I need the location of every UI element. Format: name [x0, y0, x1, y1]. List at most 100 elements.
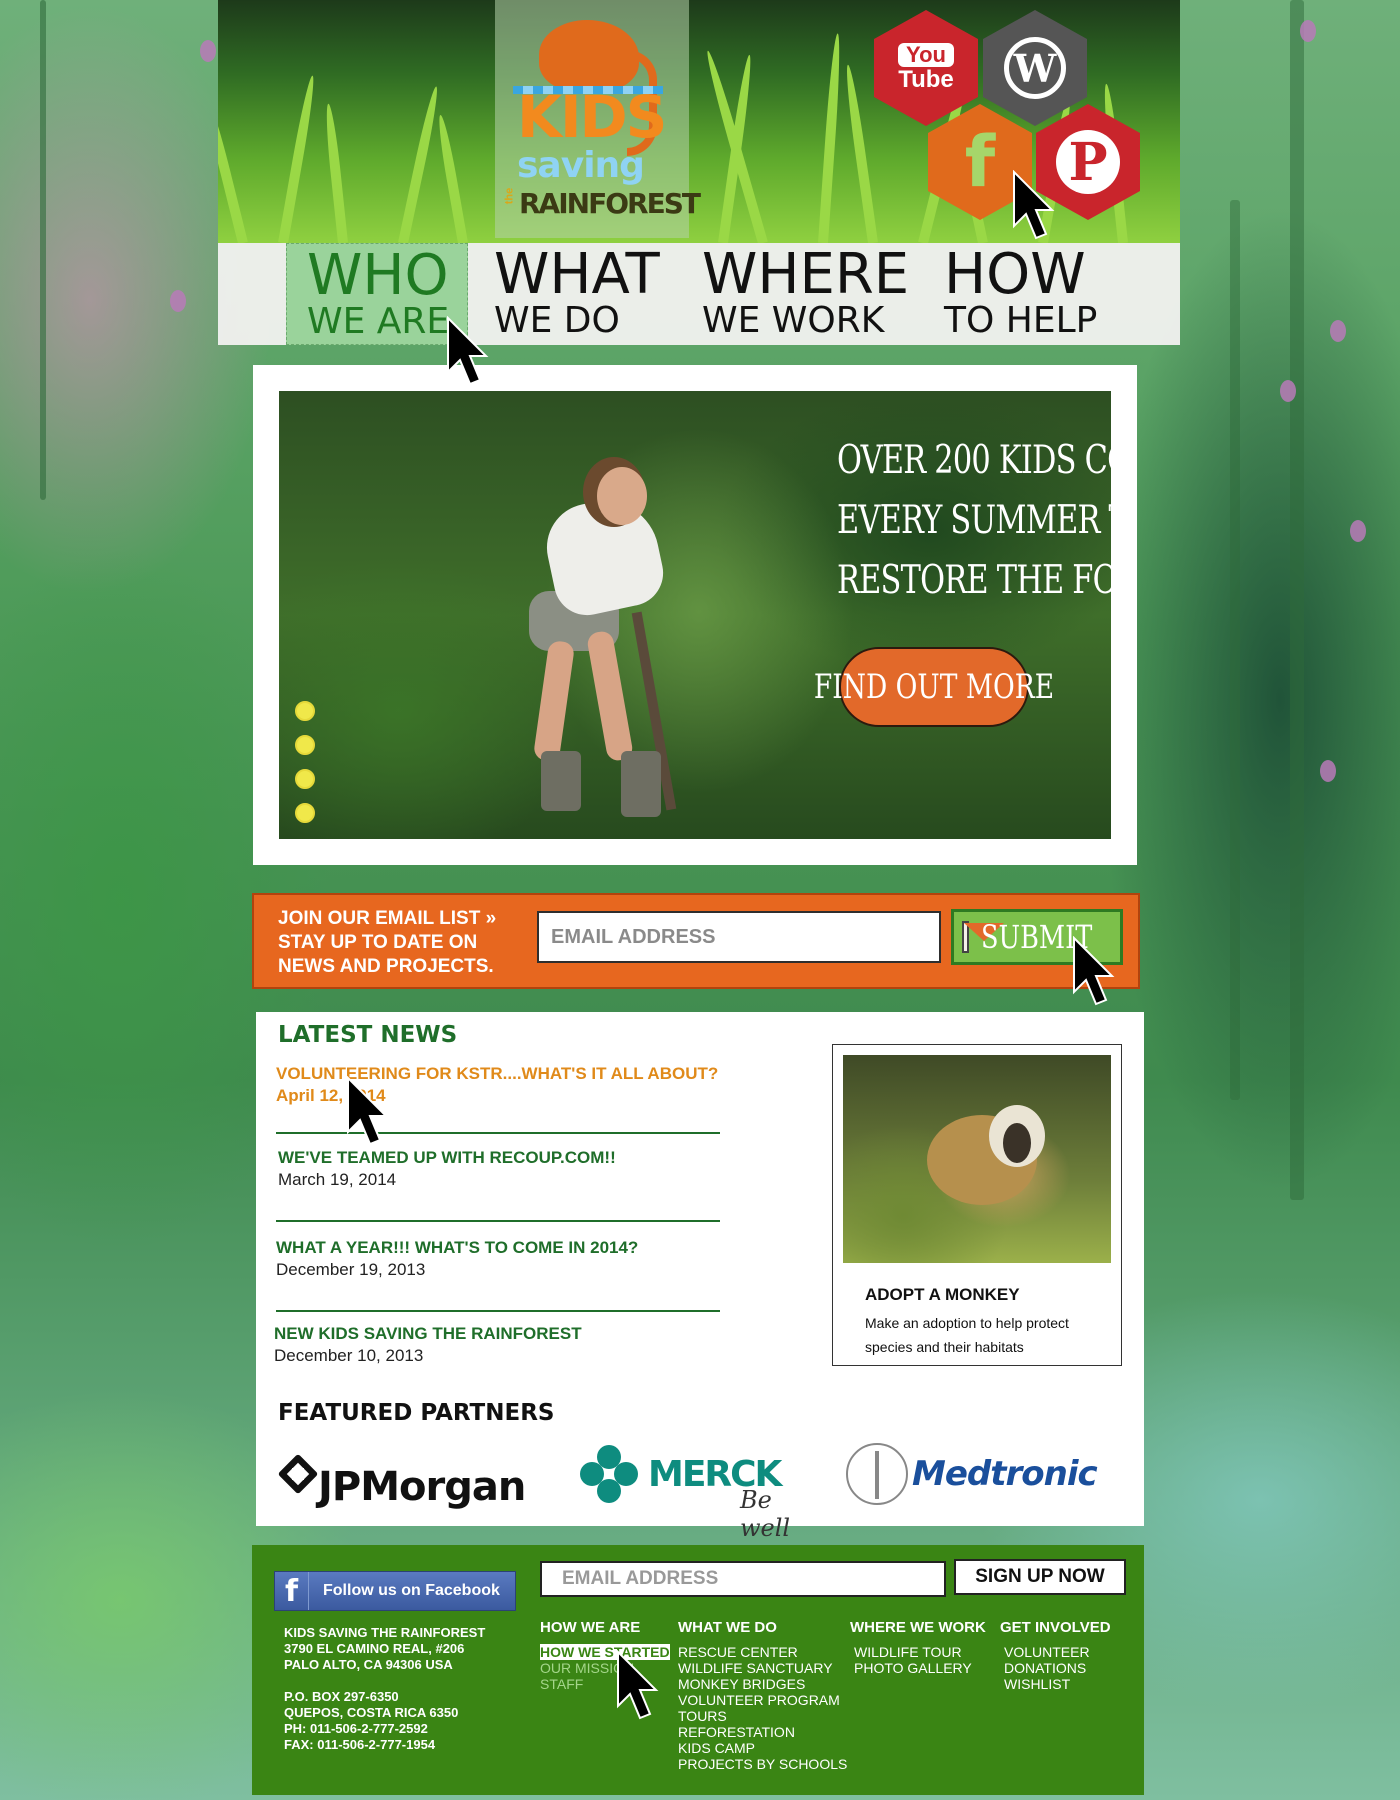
footer-link[interactable]: TOURS [678, 1708, 847, 1724]
hero-person-leg [532, 639, 576, 763]
background-flower [1300, 20, 1316, 42]
footer-link[interactable]: PROJECTS BY SCHOOLS [678, 1756, 847, 1772]
mouse-cursor-icon [1073, 936, 1115, 1006]
footer-link[interactable]: WISHLIST [1004, 1676, 1111, 1692]
grass-blade [398, 85, 442, 243]
hero-headline-line: EVERY SUMMER TO [837, 498, 1111, 543]
logo-text-kids: KIDS [517, 83, 667, 151]
footer-link[interactable]: WILDLIFE TOUR [854, 1644, 986, 1660]
nav-label-big: WHAT [494, 242, 660, 307]
wordpress-glyph: W [1004, 37, 1066, 99]
slider-dots [295, 701, 315, 837]
background-flower [1330, 320, 1346, 342]
background-flower [1280, 380, 1296, 402]
partner-medtronic[interactable]: Medtronic [846, 1434, 1098, 1514]
youtube-label-you: You [898, 42, 954, 67]
news-divider [276, 1220, 720, 1222]
news-title[interactable]: WHAT A YEAR!!! WHAT'S TO COME IN 2014? [276, 1238, 736, 1258]
footer-link[interactable]: RESCUE CENTER [678, 1644, 847, 1660]
logo-text-the: the [503, 187, 516, 205]
news-title[interactable]: WE'VE TEAMED UP WITH RECOUP.COM!! [278, 1148, 738, 1168]
footer-column-heading[interactable]: WHAT WE DO [678, 1619, 847, 1636]
nav-label-small: WE DO [494, 300, 620, 341]
youtube-label: You Tube [898, 42, 954, 94]
nav-what-we-do[interactable]: WHAT WE DO [494, 243, 674, 345]
nav-label-big: WHERE [702, 242, 910, 307]
partner-merck[interactable]: MERCK Be well [580, 1434, 810, 1542]
adopt-title: ADOPT A MONKEY [865, 1285, 1020, 1304]
nav-label-big: HOW [944, 242, 1086, 307]
sign-up-now-button[interactable]: SIGN UP NOW [954, 1559, 1126, 1595]
news-title[interactable]: NEW KIDS SAVING THE RAINFOREST [274, 1324, 734, 1344]
site-logo[interactable]: KIDS saving the RAINFOREST [495, 0, 701, 238]
footer-link[interactable]: WILDLIFE SANCTUARY [678, 1660, 847, 1676]
footer-column-heading[interactable]: WHERE WE WORK [850, 1619, 986, 1636]
footer-link[interactable]: DONATIONS [1004, 1660, 1111, 1676]
news-divider [276, 1132, 720, 1134]
main-navigation: WHO WE ARE WHAT WE DO WHERE WE WORK HOW … [218, 243, 1180, 345]
news-item[interactable]: WE'VE TEAMED UP WITH RECOUP.COM!! March … [278, 1148, 738, 1190]
pinterest-glyph: P [1056, 130, 1120, 194]
slider-dot[interactable] [295, 803, 315, 823]
news-divider [276, 1310, 720, 1312]
news-date: April 12, 2014 [276, 1086, 386, 1105]
footer-link[interactable]: VOLUNTEER PROGRAM [678, 1692, 847, 1708]
background-flower [200, 40, 216, 62]
featured-partners-heading: FEATURED PARTNERS [278, 1400, 555, 1426]
wordpress-icon[interactable]: W [983, 10, 1087, 126]
footer-link[interactable]: MONKEY BRIDGES [678, 1676, 847, 1692]
hero-person-leg [585, 629, 635, 763]
footer-link[interactable]: KIDS CAMP [678, 1740, 847, 1756]
footer-column-heading[interactable]: GET INVOLVED [1000, 1619, 1111, 1636]
grass-blade [278, 74, 318, 243]
hero-person-boot [621, 751, 661, 817]
slider-dot[interactable] [295, 769, 315, 789]
hero-frame: OVER 200 KIDS COME EVERY SUMMER TO RESTO… [253, 365, 1137, 865]
email-signup-text: JOIN OUR EMAIL LIST » STAY UP TO DATE ON… [278, 907, 518, 979]
nav-how-to-help[interactable]: HOW TO HELP [944, 243, 1104, 345]
email-signup-bar: JOIN OUR EMAIL LIST » STAY UP TO DATE ON… [252, 893, 1140, 989]
news-date: December 10, 2013 [274, 1346, 424, 1365]
news-item[interactable]: VOLUNTEERING FOR KSTR....WHAT'S IT ALL A… [276, 1064, 736, 1106]
monkey-photo [843, 1055, 1111, 1263]
email-input[interactable] [537, 911, 941, 963]
mouse-cursor-icon [347, 1076, 389, 1146]
slider-dot[interactable] [295, 735, 315, 755]
latest-news-heading: LATEST NEWS [278, 1022, 458, 1048]
nav-where-we-work[interactable]: WHERE WE WORK [702, 243, 912, 345]
footer-link[interactable]: PHOTO GALLERY [854, 1660, 986, 1676]
youtube-icon[interactable]: You Tube [874, 10, 978, 126]
monkey-logo-icon [539, 20, 657, 156]
facebook-follow-button[interactable]: f Follow us on Facebook [274, 1571, 516, 1611]
nav-who-we-are[interactable]: WHO WE ARE [286, 243, 468, 345]
hero-headline-line: RESTORE THE FOREST. [837, 558, 1111, 603]
nav-label-small: WE WORK [702, 300, 885, 341]
email-signup-line: JOIN OUR EMAIL LIST » [278, 908, 497, 929]
hero-headline: OVER 200 KIDS COME EVERY SUMMER TO RESTO… [837, 431, 1111, 611]
hero-person-boot [541, 751, 581, 811]
slider-dot[interactable] [295, 701, 315, 721]
find-out-more-button[interactable]: FIND OUT MORE [814, 647, 1054, 727]
merck-tagline: Be well [740, 1486, 791, 1542]
news-item[interactable]: WHAT A YEAR!!! WHAT'S TO COME IN 2014? D… [276, 1238, 736, 1280]
footer-email-input[interactable] [540, 1561, 946, 1597]
grass-blade [842, 64, 878, 243]
news-item[interactable]: NEW KIDS SAVING THE RAINFOREST December … [274, 1324, 734, 1366]
footer-column-what-we-do: WHAT WE DO RESCUE CENTER WILDLIFE SANCTU… [678, 1619, 847, 1772]
footer-link[interactable]: REFORESTATION [678, 1724, 847, 1740]
footer-link[interactable]: VOLUNTEER [1004, 1644, 1111, 1660]
logo-text-rainforest: RAINFOREST [519, 187, 701, 220]
background-vine [1230, 200, 1240, 1100]
medtronic-wordmark: Medtronic [912, 1454, 1098, 1494]
news-title[interactable]: VOLUNTEERING FOR KSTR....WHAT'S IT ALL A… [276, 1064, 736, 1084]
find-out-more-label: FIND OUT MORE [813, 667, 1055, 707]
jpmorgan-wordmark: JPMorgan [318, 1464, 526, 1510]
adopt-a-monkey-card[interactable]: ADOPT A MONKEY Make an adoption to help … [832, 1044, 1122, 1366]
medtronic-logo-icon [846, 1443, 908, 1505]
nav-label-big: WHO [307, 243, 449, 308]
youtube-label-tube: Tube [898, 65, 954, 93]
partner-jpmorgan[interactable]: JPMorgan [278, 1434, 526, 1514]
footer-column-heading[interactable]: HOW WE ARE [540, 1619, 670, 1636]
hero-person-head [597, 467, 647, 525]
grass-blade [435, 114, 468, 243]
